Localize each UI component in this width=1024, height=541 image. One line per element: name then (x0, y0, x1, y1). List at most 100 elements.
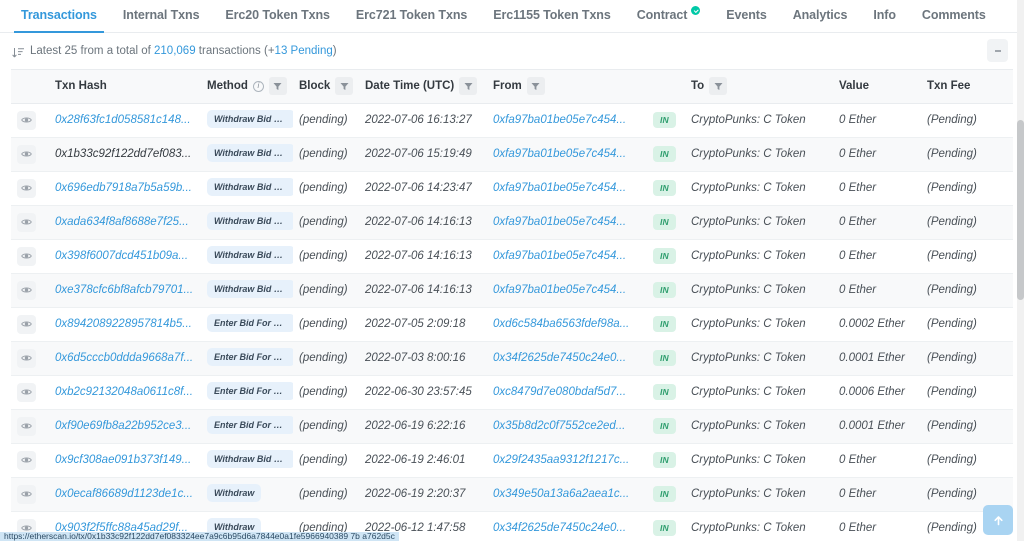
from-address-link[interactable]: 0xd6c584ba6563fdef98a... (493, 318, 629, 330)
eye-icon[interactable] (17, 246, 36, 266)
cell-from: 0xfa97ba01be05e7c454... (487, 205, 647, 240)
tab-label: Erc1155 Token Txns (493, 8, 611, 22)
tab-label: Internal Txns (122, 8, 200, 22)
tab-erc721-token-txns[interactable]: Erc721 Token Txns (343, 0, 480, 32)
method-badge[interactable]: Withdraw Bid For... (207, 177, 293, 196)
from-address-link[interactable]: 0x34f2625de7450c24e0... (493, 522, 626, 534)
tab-label: Contract (636, 8, 688, 22)
total-transactions-count[interactable]: 210,069 (154, 45, 196, 57)
scroll-to-top-button[interactable] (983, 505, 1013, 535)
filter-icon[interactable] (268, 77, 287, 96)
txn-hash-link[interactable]: 0x9cf308ae091b373f149... (55, 454, 191, 466)
table-row: 0x1b33c92f122dd7ef083... Withdraw Bid For… (11, 137, 1013, 172)
filter-icon[interactable] (709, 77, 728, 96)
column-header-fee[interactable]: Txn Fee (921, 70, 1013, 104)
from-address-link[interactable]: 0xfa97ba01be05e7c454... (493, 148, 626, 160)
cell-direction: IN (647, 511, 685, 541)
tab-erc20-token-txns[interactable]: Erc20 Token Txns (212, 0, 342, 32)
eye-icon[interactable] (17, 280, 36, 300)
tab-comments[interactable]: Comments (909, 0, 999, 32)
method-badge[interactable]: Withdraw Bid For... (207, 279, 293, 298)
method-badge[interactable]: Withdraw Bid For... (207, 109, 293, 128)
cell-block: (pending) (293, 307, 359, 342)
column-header-block: Block (293, 70, 359, 104)
txn-hash-link[interactable]: 0xada634f8af8688e7f25... (55, 216, 189, 228)
txn-hash-link[interactable]: 0xf90e69fb8a22b952ce3... (55, 420, 191, 432)
eye-icon[interactable] (17, 416, 36, 436)
eye-icon[interactable] (17, 212, 36, 232)
filter-icon[interactable] (335, 77, 353, 96)
cell-txn-hash: 0x8942089228957814b5... (49, 307, 201, 342)
arrow-up-icon (992, 514, 1005, 527)
txn-hash-link[interactable]: 0x8942089228957814b5... (55, 318, 192, 330)
method-badge[interactable]: Withdraw Bid For... (207, 449, 293, 468)
from-address-link[interactable]: 0x35b8d2c0f7552ce2ed... (493, 420, 625, 432)
eye-icon[interactable] (17, 382, 36, 402)
txn-hash-link[interactable]: 0xb2c92132048a0611c8f... (55, 386, 193, 398)
method-badge[interactable]: Withdraw Bid For... (207, 245, 293, 264)
tab-label: Events (726, 8, 767, 22)
from-address-link[interactable]: 0x34f2625de7450c24e0... (493, 352, 626, 364)
method-badge[interactable]: Enter Bid For Pu... (207, 347, 293, 366)
eye-icon[interactable] (17, 314, 36, 334)
vertical-scrollbar[interactable] (1017, 0, 1024, 541)
eye-icon[interactable] (17, 484, 36, 504)
tab-erc1155-token-txns[interactable]: Erc1155 Token Txns (480, 0, 623, 32)
eye-icon[interactable] (17, 178, 36, 198)
txn-hash-link[interactable]: 0x0ecaf86689d1123de1c... (55, 488, 193, 500)
direction-badge: IN (653, 452, 676, 468)
cell-direction: IN (647, 409, 685, 444)
from-address-link[interactable]: 0x349e50a13a6a2aea1c... (493, 488, 629, 500)
cell-txn-hash: 0x1b33c92f122dd7ef083... (49, 137, 201, 172)
info-icon[interactable]: i (252, 80, 264, 92)
column-header-datetime[interactable]: Date Time (UTC) (359, 70, 487, 104)
txn-hash-link[interactable]: 0x1b33c92f122dd7ef083... (55, 148, 191, 160)
method-badge[interactable]: Enter Bid For Pu... (207, 313, 293, 332)
tab-info[interactable]: Info (860, 0, 909, 32)
from-address-link[interactable]: 0xc8479d7e080bdaf5d7... (493, 386, 626, 398)
column-header-eye (11, 70, 49, 104)
eye-icon[interactable] (17, 348, 36, 368)
tab-events[interactable]: Events (713, 0, 779, 32)
eye-icon[interactable] (17, 144, 36, 164)
cell-txn-hash: 0x398f6007dcd451b09a... (49, 239, 201, 274)
from-address-link[interactable]: 0xfa97ba01be05e7c454... (493, 250, 626, 262)
txn-hash-link[interactable]: 0x696edb7918a7b5a59b... (55, 182, 192, 194)
eye-icon[interactable] (17, 110, 36, 130)
txn-hash-link[interactable]: 0x28f63fc1d058581c148... (55, 114, 191, 126)
method-badge[interactable]: Withdraw (207, 483, 262, 502)
cell-block: (pending) (293, 273, 359, 308)
txn-hash-link[interactable]: 0xe378cfc6bf8afcb79701... (55, 284, 193, 296)
method-badge[interactable]: Enter Bid For Pu... (207, 415, 293, 434)
from-address-link[interactable]: 0xfa97ba01be05e7c454... (493, 216, 626, 228)
tab-transactions[interactable]: Transactions (8, 0, 110, 33)
cell-method: Withdraw Bid For... (201, 171, 293, 206)
pending-count-link[interactable]: 13 Pending (275, 45, 333, 57)
tab-label: Erc20 Token Txns (225, 8, 330, 22)
tab-contract[interactable]: Contract (624, 0, 714, 32)
verified-check-icon (691, 6, 701, 15)
from-address-link[interactable]: 0x29f2435aa9312f1217c... (493, 454, 629, 466)
cell-block: (pending) (293, 375, 359, 410)
tab-analytics[interactable]: Analytics (780, 0, 861, 32)
filter-icon[interactable] (526, 77, 545, 96)
from-address-link[interactable]: 0xfa97ba01be05e7c454... (493, 284, 626, 296)
cell-txn-hash: 0xada634f8af8688e7f25... (49, 205, 201, 240)
kebab-menu-icon[interactable] (987, 39, 1008, 62)
txn-hash-link[interactable]: 0x398f6007dcd451b09a... (55, 250, 188, 262)
scrollbar-thumb[interactable] (1017, 120, 1024, 300)
method-badge[interactable]: Withdraw Bid For... (207, 211, 293, 230)
filter-icon[interactable] (459, 77, 478, 96)
method-badge[interactable]: Withdraw Bid For... (207, 143, 293, 162)
cell-txn-hash: 0xf90e69fb8a22b952ce3... (49, 409, 201, 444)
transactions-table-container: Txn Hash Method i Block Date Time (UTC) From T… (11, 69, 1013, 541)
from-address-link[interactable]: 0xfa97ba01be05e7c454... (493, 114, 626, 126)
table-row: 0x28f63fc1d058581c148... Withdraw Bid For… (11, 103, 1013, 138)
txn-hash-link[interactable]: 0x6d5cccb0ddda9668a7f... (55, 352, 193, 364)
tab-internal-txns[interactable]: Internal Txns (110, 0, 213, 32)
cell-preview (11, 137, 49, 172)
eye-icon[interactable] (17, 450, 36, 470)
from-address-link[interactable]: 0xfa97ba01be05e7c454... (493, 182, 626, 194)
cell-datetime: 2022-06-19 6:22:16 (359, 409, 487, 444)
method-badge[interactable]: Enter Bid For Pu... (207, 381, 293, 400)
